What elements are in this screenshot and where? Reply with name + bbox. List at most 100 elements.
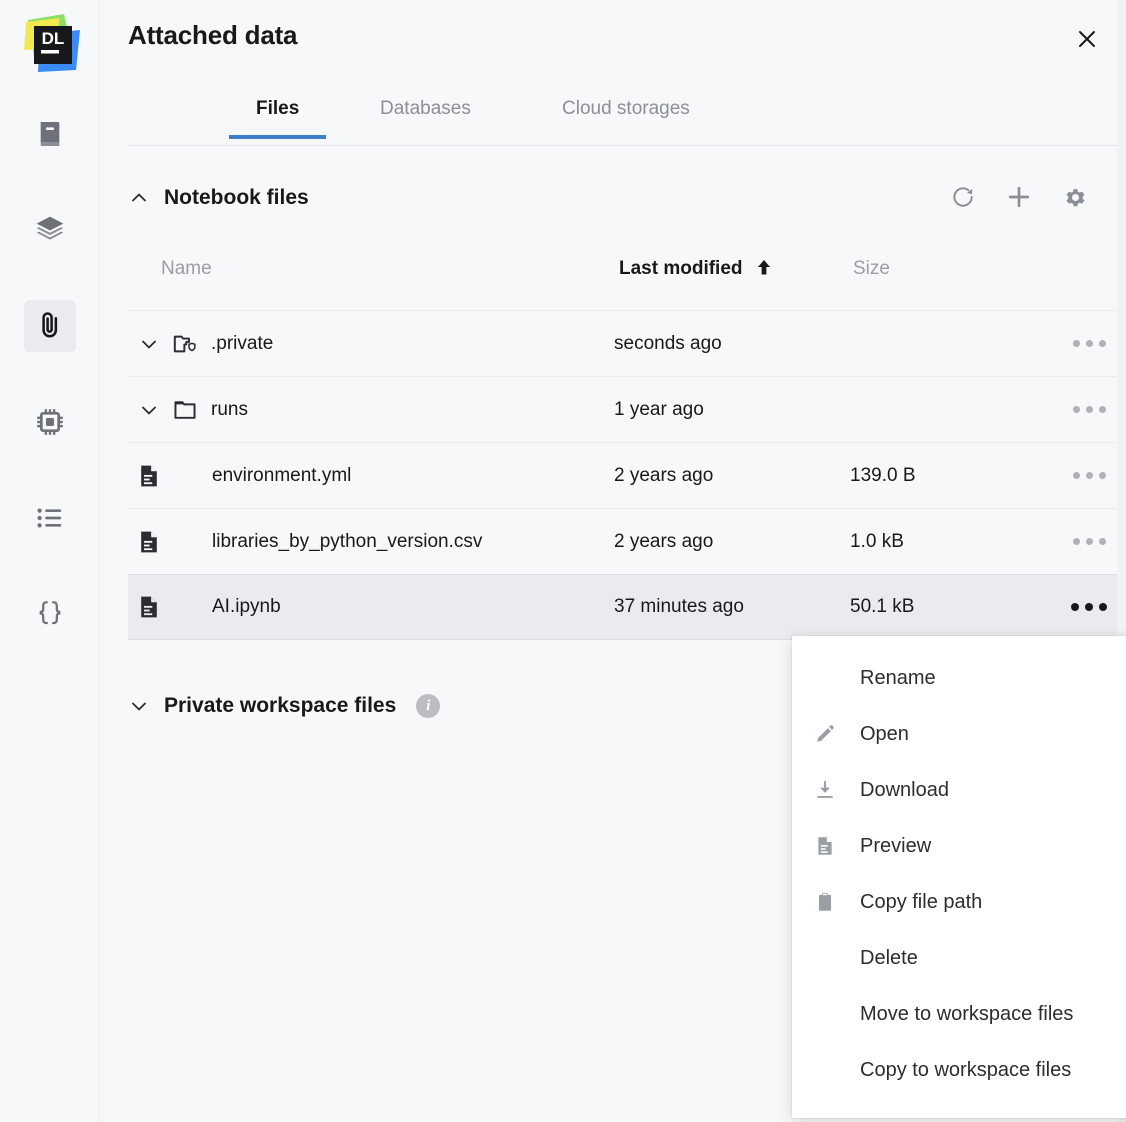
column-header-last-modified[interactable]: Last modified bbox=[619, 258, 772, 282]
no-icon bbox=[810, 665, 840, 691]
row-name: .private bbox=[211, 333, 273, 355]
menu-item-move-to-workspace-files[interactable]: Move to workspace files bbox=[792, 986, 1126, 1042]
document-icon bbox=[810, 833, 840, 859]
attached-data-panel: Attached data Files Databases Cloud stor… bbox=[101, 0, 1126, 1122]
section-private-workspace-files-title: Private workspace files bbox=[164, 694, 396, 718]
row-last-modified: 37 minutes ago bbox=[614, 596, 744, 618]
rail-item-outline[interactable] bbox=[24, 492, 76, 544]
folder-private-icon bbox=[172, 331, 198, 357]
rail-item-attached-data[interactable] bbox=[24, 300, 76, 352]
file-icon bbox=[136, 463, 162, 489]
column-header-name[interactable]: Name bbox=[161, 258, 212, 280]
close-icon bbox=[1075, 27, 1099, 51]
more-dot bbox=[1099, 603, 1107, 611]
page-title: Attached data bbox=[128, 20, 297, 51]
more-dot bbox=[1086, 538, 1093, 545]
svg-text:DL: DL bbox=[42, 29, 65, 48]
table-row[interactable]: .private seconds ago bbox=[128, 310, 1117, 376]
row-last-modified: 1 year ago bbox=[614, 399, 704, 421]
row-name: runs bbox=[211, 399, 248, 421]
datalore-logo: DL bbox=[14, 8, 86, 80]
row-size: 50.1 kB bbox=[850, 596, 914, 618]
attached-data-window: DL bbox=[0, 0, 1126, 1122]
row-last-modified: 2 years ago bbox=[614, 465, 713, 487]
row-size: 139.0 B bbox=[850, 465, 916, 487]
menu-item-label: Open bbox=[860, 723, 909, 746]
file-icon bbox=[136, 529, 162, 555]
chevron-up-icon bbox=[128, 187, 150, 209]
menu-item-copy-to-workspace-files[interactable]: Copy to workspace files bbox=[792, 1042, 1126, 1098]
pencil-icon bbox=[810, 721, 840, 747]
menu-item-open[interactable]: Open bbox=[792, 706, 1126, 762]
plus-icon bbox=[1005, 183, 1033, 211]
more-dot bbox=[1085, 603, 1093, 611]
menu-item-label: Copy file path bbox=[860, 891, 982, 914]
panel-header: Attached data bbox=[101, 0, 1126, 78]
rail-item-compute[interactable] bbox=[24, 396, 76, 448]
list-icon bbox=[34, 502, 66, 534]
column-header-last-modified-label: Last modified bbox=[619, 258, 743, 279]
menu-item-download[interactable]: Download bbox=[792, 762, 1126, 818]
clipboard-icon bbox=[810, 889, 840, 915]
gear-icon bbox=[1062, 184, 1089, 211]
tab-databases[interactable]: Databases bbox=[380, 90, 471, 120]
layers-icon bbox=[34, 214, 66, 246]
row-name: libraries_by_python_version.csv bbox=[212, 531, 482, 553]
row-more-options-button[interactable] bbox=[1069, 594, 1109, 620]
tab-bar-divider bbox=[128, 145, 1117, 146]
no-icon bbox=[810, 1001, 840, 1027]
tab-bar: Files Databases Cloud storages bbox=[101, 90, 1126, 146]
section-notebook-files-actions bbox=[948, 182, 1090, 212]
row-more-options-button[interactable] bbox=[1069, 331, 1109, 357]
section-notebook-files-header[interactable]: Notebook files bbox=[128, 186, 309, 210]
table-row-selected[interactable]: AI.ipynb 37 minutes ago 50.1 kB bbox=[128, 574, 1117, 640]
settings-button[interactable] bbox=[1060, 182, 1090, 212]
rail-item-variables[interactable] bbox=[24, 588, 76, 640]
row-last-modified: seconds ago bbox=[614, 333, 722, 355]
tool-rail: DL bbox=[0, 0, 100, 1122]
more-dot bbox=[1086, 406, 1093, 413]
folder-icon bbox=[172, 397, 198, 423]
refresh-button[interactable] bbox=[948, 182, 978, 212]
menu-item-label: Preview bbox=[860, 835, 931, 858]
row-expand-toggle[interactable] bbox=[136, 331, 162, 357]
more-dot bbox=[1086, 340, 1093, 347]
refresh-icon bbox=[950, 184, 976, 210]
more-dot bbox=[1073, 406, 1080, 413]
table-row[interactable]: runs 1 year ago bbox=[128, 376, 1117, 442]
menu-item-label: Delete bbox=[860, 947, 918, 970]
more-dot bbox=[1071, 603, 1079, 611]
menu-item-label: Download bbox=[860, 779, 949, 802]
more-dot bbox=[1099, 538, 1106, 545]
attachment-icon bbox=[34, 310, 66, 342]
tab-files[interactable]: Files bbox=[256, 90, 299, 120]
menu-item-rename[interactable]: Rename bbox=[792, 650, 1126, 706]
menu-item-label: Move to workspace files bbox=[860, 1003, 1073, 1026]
rail-item-layers[interactable] bbox=[24, 204, 76, 256]
more-dot bbox=[1099, 340, 1106, 347]
menu-item-label: Rename bbox=[860, 667, 936, 690]
more-dot bbox=[1099, 472, 1106, 479]
row-more-options-button[interactable] bbox=[1069, 463, 1109, 489]
row-name: environment.yml bbox=[212, 465, 351, 487]
chevron-down-icon bbox=[139, 400, 159, 420]
row-more-options-button[interactable] bbox=[1069, 529, 1109, 555]
menu-item-preview[interactable]: Preview bbox=[792, 818, 1126, 874]
section-private-workspace-files-header[interactable]: Private workspace files i bbox=[128, 694, 440, 718]
column-header-size[interactable]: Size bbox=[853, 258, 890, 280]
row-size: 1.0 kB bbox=[850, 531, 904, 553]
table-row[interactable]: environment.yml 2 years ago 139.0 B bbox=[128, 442, 1117, 508]
row-name: AI.ipynb bbox=[212, 596, 281, 618]
close-button[interactable] bbox=[1070, 22, 1104, 56]
no-icon bbox=[810, 945, 840, 971]
row-expand-toggle[interactable] bbox=[136, 397, 162, 423]
menu-item-copy-file-path[interactable]: Copy file path bbox=[792, 874, 1126, 930]
row-more-options-button[interactable] bbox=[1069, 397, 1109, 423]
tab-cloud-storages[interactable]: Cloud storages bbox=[562, 90, 690, 120]
table-row[interactable]: libraries_by_python_version.csv 2 years … bbox=[128, 508, 1117, 574]
add-button[interactable] bbox=[1004, 182, 1034, 212]
info-icon[interactable]: i bbox=[416, 694, 440, 718]
rail-item-notebook[interactable] bbox=[24, 108, 76, 160]
chevron-down-icon bbox=[128, 695, 150, 717]
menu-item-delete[interactable]: Delete bbox=[792, 930, 1126, 986]
